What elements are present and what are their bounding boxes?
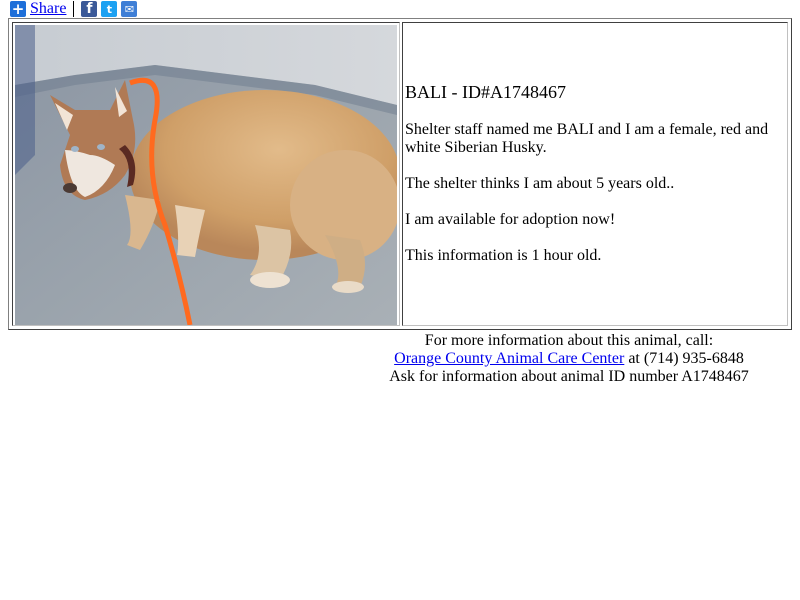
photo-cell (12, 22, 400, 326)
plus-icon[interactable]: + (10, 1, 26, 17)
shelter-phone: at (714) 935-6848 (624, 350, 744, 367)
animal-title: BALI - ID#A1748467 (405, 82, 566, 102)
info-freshness: This information is 1 hour old. (405, 247, 602, 264)
contact-intro: For more information about this animal, … (424, 332, 714, 349)
shelter-link[interactable]: Orange County Animal Care Center (394, 350, 624, 367)
share-bar: + Share f t ✉ (10, 0, 141, 18)
email-icon[interactable]: ✉ (121, 1, 138, 17)
animal-availability: I am available for adoption now! (405, 211, 616, 228)
contact-ask: Ask for information about animal ID numb… (389, 368, 749, 385)
share-link[interactable]: Share (30, 0, 66, 18)
contact-line: Orange County Animal Care Center at (714… (349, 350, 789, 368)
contact-footer: For more information about this animal, … (349, 332, 789, 386)
info-cell: BALI - ID#A1748467 Shelter staff named m… (402, 22, 788, 326)
husky-photo-illustration (15, 25, 397, 325)
animal-info: BALI - ID#A1748467 Shelter staff named m… (405, 82, 781, 283)
animal-table: BALI - ID#A1748467 Shelter staff named m… (8, 18, 792, 330)
twitter-icon[interactable]: t (101, 1, 118, 17)
facebook-icon[interactable]: f (81, 1, 98, 17)
animal-description: Shelter staff named me BALI and I am a f… (405, 121, 769, 156)
animal-age: The shelter thinks I am about 5 years ol… (405, 175, 675, 192)
share-divider (73, 1, 75, 17)
animal-photo (15, 25, 397, 325)
